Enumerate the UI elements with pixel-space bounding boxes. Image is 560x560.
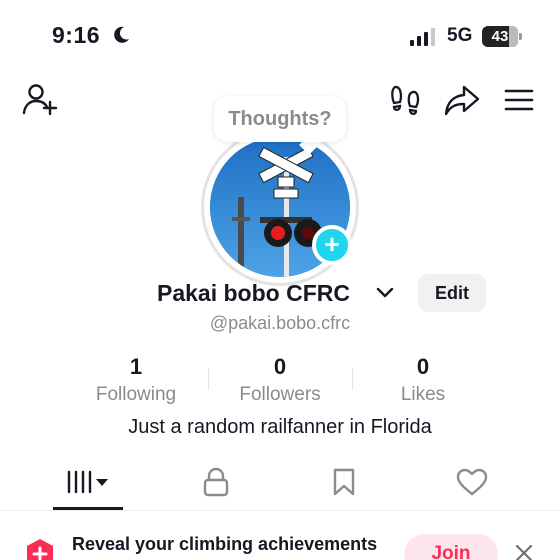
menu-icon[interactable]	[504, 88, 534, 112]
stat-followers[interactable]: 0 Followers	[210, 354, 350, 406]
edit-profile-button[interactable]: Edit	[418, 274, 486, 312]
chevron-down-icon[interactable]	[375, 286, 395, 300]
moon-icon	[114, 26, 129, 43]
stat-label: Likes	[400, 384, 446, 405]
tab-saved[interactable]	[314, 462, 374, 502]
profile-handle: @pakai.bobo.cfrc	[209, 313, 351, 333]
heart-icon	[456, 468, 488, 496]
status-time: 9:16	[52, 22, 101, 48]
bookmark-icon	[333, 468, 355, 496]
profile-bio: Just a random railfanner in Florida	[128, 416, 432, 438]
lock-icon	[203, 467, 229, 497]
add-story-button[interactable]: +	[312, 225, 352, 265]
thoughts-prompt: Thoughts?	[228, 108, 332, 130]
tab-divider	[0, 510, 560, 511]
tab-videos[interactable]	[58, 462, 118, 502]
close-icon[interactable]	[514, 543, 534, 560]
battery-icon: 43	[482, 26, 522, 47]
stat-divider	[208, 368, 209, 390]
banner-text: Reveal your climbing achievements	[72, 534, 378, 554]
videos-grid-icon	[67, 470, 108, 494]
signal-icon	[410, 28, 435, 46]
stat-label: Followers	[239, 384, 321, 405]
stat-value: 1	[129, 354, 143, 379]
join-button[interactable]: Join	[404, 534, 498, 560]
stat-likes[interactable]: 0 Likes	[353, 354, 493, 406]
tab-liked[interactable]	[442, 462, 502, 502]
thoughts-bubble[interactable]: Thoughts?	[214, 96, 346, 142]
battery-level: 43	[491, 28, 509, 45]
achievements-banner[interactable]: Reveal your climbing achievements Join	[0, 526, 560, 560]
status-bar: 9:16 5G 43	[0, 0, 560, 70]
stat-following[interactable]: 1 Following	[66, 354, 206, 406]
stat-value: 0	[273, 354, 287, 379]
tab-private[interactable]	[186, 462, 246, 502]
footprints-icon[interactable]	[390, 84, 420, 116]
profile-name[interactable]: Pakai bobo CFRC	[157, 280, 350, 307]
add-friend-icon[interactable]	[22, 82, 58, 116]
stat-label: Following	[95, 384, 177, 405]
network-label: 5G	[447, 25, 473, 46]
share-icon[interactable]	[444, 84, 480, 116]
active-tab-indicator	[53, 507, 123, 510]
stat-value: 0	[416, 354, 430, 379]
achievement-badge-icon	[27, 539, 53, 560]
